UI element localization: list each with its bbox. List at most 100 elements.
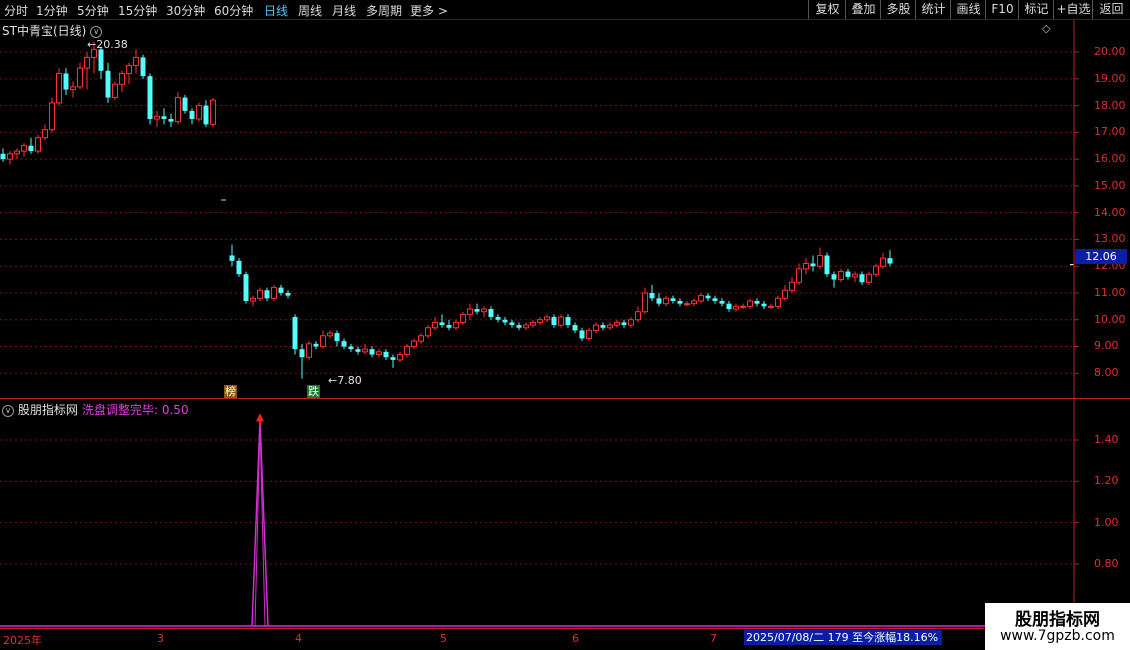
candle bbox=[698, 292, 704, 304]
candle-body bbox=[140, 57, 146, 77]
chevron-down-icon[interactable]: ∨ bbox=[2, 404, 14, 417]
candle bbox=[670, 295, 676, 304]
candle-body bbox=[656, 298, 662, 304]
candle-body bbox=[446, 325, 452, 328]
candle-body bbox=[831, 274, 837, 280]
watermark-title: 股朋指标网 bbox=[1015, 610, 1100, 630]
candle-body bbox=[684, 303, 690, 306]
candle bbox=[432, 317, 438, 331]
candle bbox=[341, 338, 347, 350]
candle-body bbox=[551, 317, 557, 326]
candle-body bbox=[320, 335, 326, 347]
candle bbox=[565, 314, 571, 328]
candle bbox=[789, 276, 795, 293]
candle bbox=[824, 252, 830, 277]
candle bbox=[49, 97, 55, 133]
price-tick-label: 17.00 bbox=[1094, 125, 1126, 139]
current-price-tag: 12.06 bbox=[1075, 249, 1127, 264]
candle bbox=[257, 287, 263, 301]
candle-body bbox=[782, 289, 788, 299]
candle-body bbox=[761, 303, 767, 307]
candle-body bbox=[397, 354, 403, 361]
candle-body bbox=[474, 309, 480, 312]
candle-body bbox=[887, 258, 893, 264]
indicator-title[interactable]: ∨ 股朋指标网 bbox=[2, 401, 78, 418]
kline-chart[interactable] bbox=[0, 0, 1130, 650]
candle bbox=[313, 341, 319, 350]
candle bbox=[28, 137, 34, 154]
stock-title[interactable]: ST中青宝(日线) ∨ bbox=[2, 22, 103, 39]
candle-body bbox=[607, 324, 613, 329]
candle-body bbox=[327, 332, 333, 337]
indicator-tick-label: 1.20 bbox=[1094, 474, 1119, 488]
candle bbox=[112, 81, 118, 101]
candle-body bbox=[257, 289, 263, 299]
candle bbox=[873, 263, 879, 277]
candle bbox=[418, 333, 424, 344]
candle bbox=[523, 322, 529, 331]
candle bbox=[453, 319, 459, 331]
candle bbox=[537, 317, 543, 326]
candle-body bbox=[810, 263, 816, 267]
candle bbox=[70, 81, 76, 98]
candle-body bbox=[313, 343, 319, 347]
candle-body bbox=[803, 263, 809, 270]
candle-body bbox=[544, 316, 550, 321]
candle bbox=[383, 349, 389, 360]
watermark: 股朋指标网 www.7gpzb.com bbox=[985, 603, 1130, 650]
candle bbox=[369, 346, 375, 358]
chevron-down-icon[interactable]: ∨ bbox=[90, 25, 103, 38]
candle-body bbox=[537, 319, 543, 323]
candle bbox=[663, 295, 669, 307]
candle bbox=[196, 102, 202, 122]
candle bbox=[327, 330, 333, 339]
candle bbox=[677, 298, 683, 307]
candle bbox=[306, 341, 312, 360]
candle-body bbox=[579, 330, 585, 339]
candle bbox=[705, 292, 711, 301]
candle-body bbox=[112, 83, 118, 99]
ranking-marker[interactable]: 榜 bbox=[224, 385, 237, 398]
candle-body bbox=[250, 297, 256, 302]
price-tick-label: 9.00 bbox=[1094, 339, 1119, 353]
candle-body bbox=[21, 145, 27, 152]
candle bbox=[509, 319, 515, 328]
candle bbox=[544, 314, 550, 323]
candle-body bbox=[299, 349, 305, 358]
candle bbox=[866, 271, 872, 285]
candle bbox=[390, 354, 396, 368]
settings-diamond-icon[interactable]: ◇ bbox=[1042, 22, 1050, 35]
candle-body bbox=[572, 325, 578, 331]
drop-marker[interactable]: 跌 bbox=[307, 385, 320, 398]
candle-body bbox=[866, 273, 872, 283]
candle bbox=[684, 300, 690, 307]
candle-body bbox=[663, 297, 669, 305]
candle-body bbox=[838, 271, 844, 281]
candle-body bbox=[369, 349, 375, 355]
candle bbox=[210, 97, 216, 128]
candle bbox=[425, 325, 431, 339]
candle-body bbox=[210, 99, 216, 125]
candle-body bbox=[768, 305, 774, 308]
candle-body bbox=[168, 118, 174, 122]
candle bbox=[264, 287, 270, 301]
candle bbox=[859, 271, 865, 285]
candle bbox=[105, 62, 111, 103]
candle-body bbox=[28, 145, 34, 152]
date-label-apr: 4 bbox=[295, 632, 302, 645]
candle-body bbox=[509, 322, 515, 326]
candle bbox=[334, 330, 340, 347]
indicator-tick-label: 1.40 bbox=[1094, 433, 1119, 446]
candle-body bbox=[747, 300, 753, 307]
candle bbox=[572, 322, 578, 334]
candle-body bbox=[236, 260, 242, 275]
candle-body bbox=[182, 97, 188, 111]
candle bbox=[726, 300, 732, 312]
candle-body bbox=[670, 298, 676, 301]
candle bbox=[355, 346, 361, 355]
candle-body bbox=[126, 64, 132, 74]
candle bbox=[691, 298, 697, 307]
candle bbox=[84, 52, 90, 90]
candle-body bbox=[133, 56, 139, 66]
candle bbox=[474, 303, 480, 315]
